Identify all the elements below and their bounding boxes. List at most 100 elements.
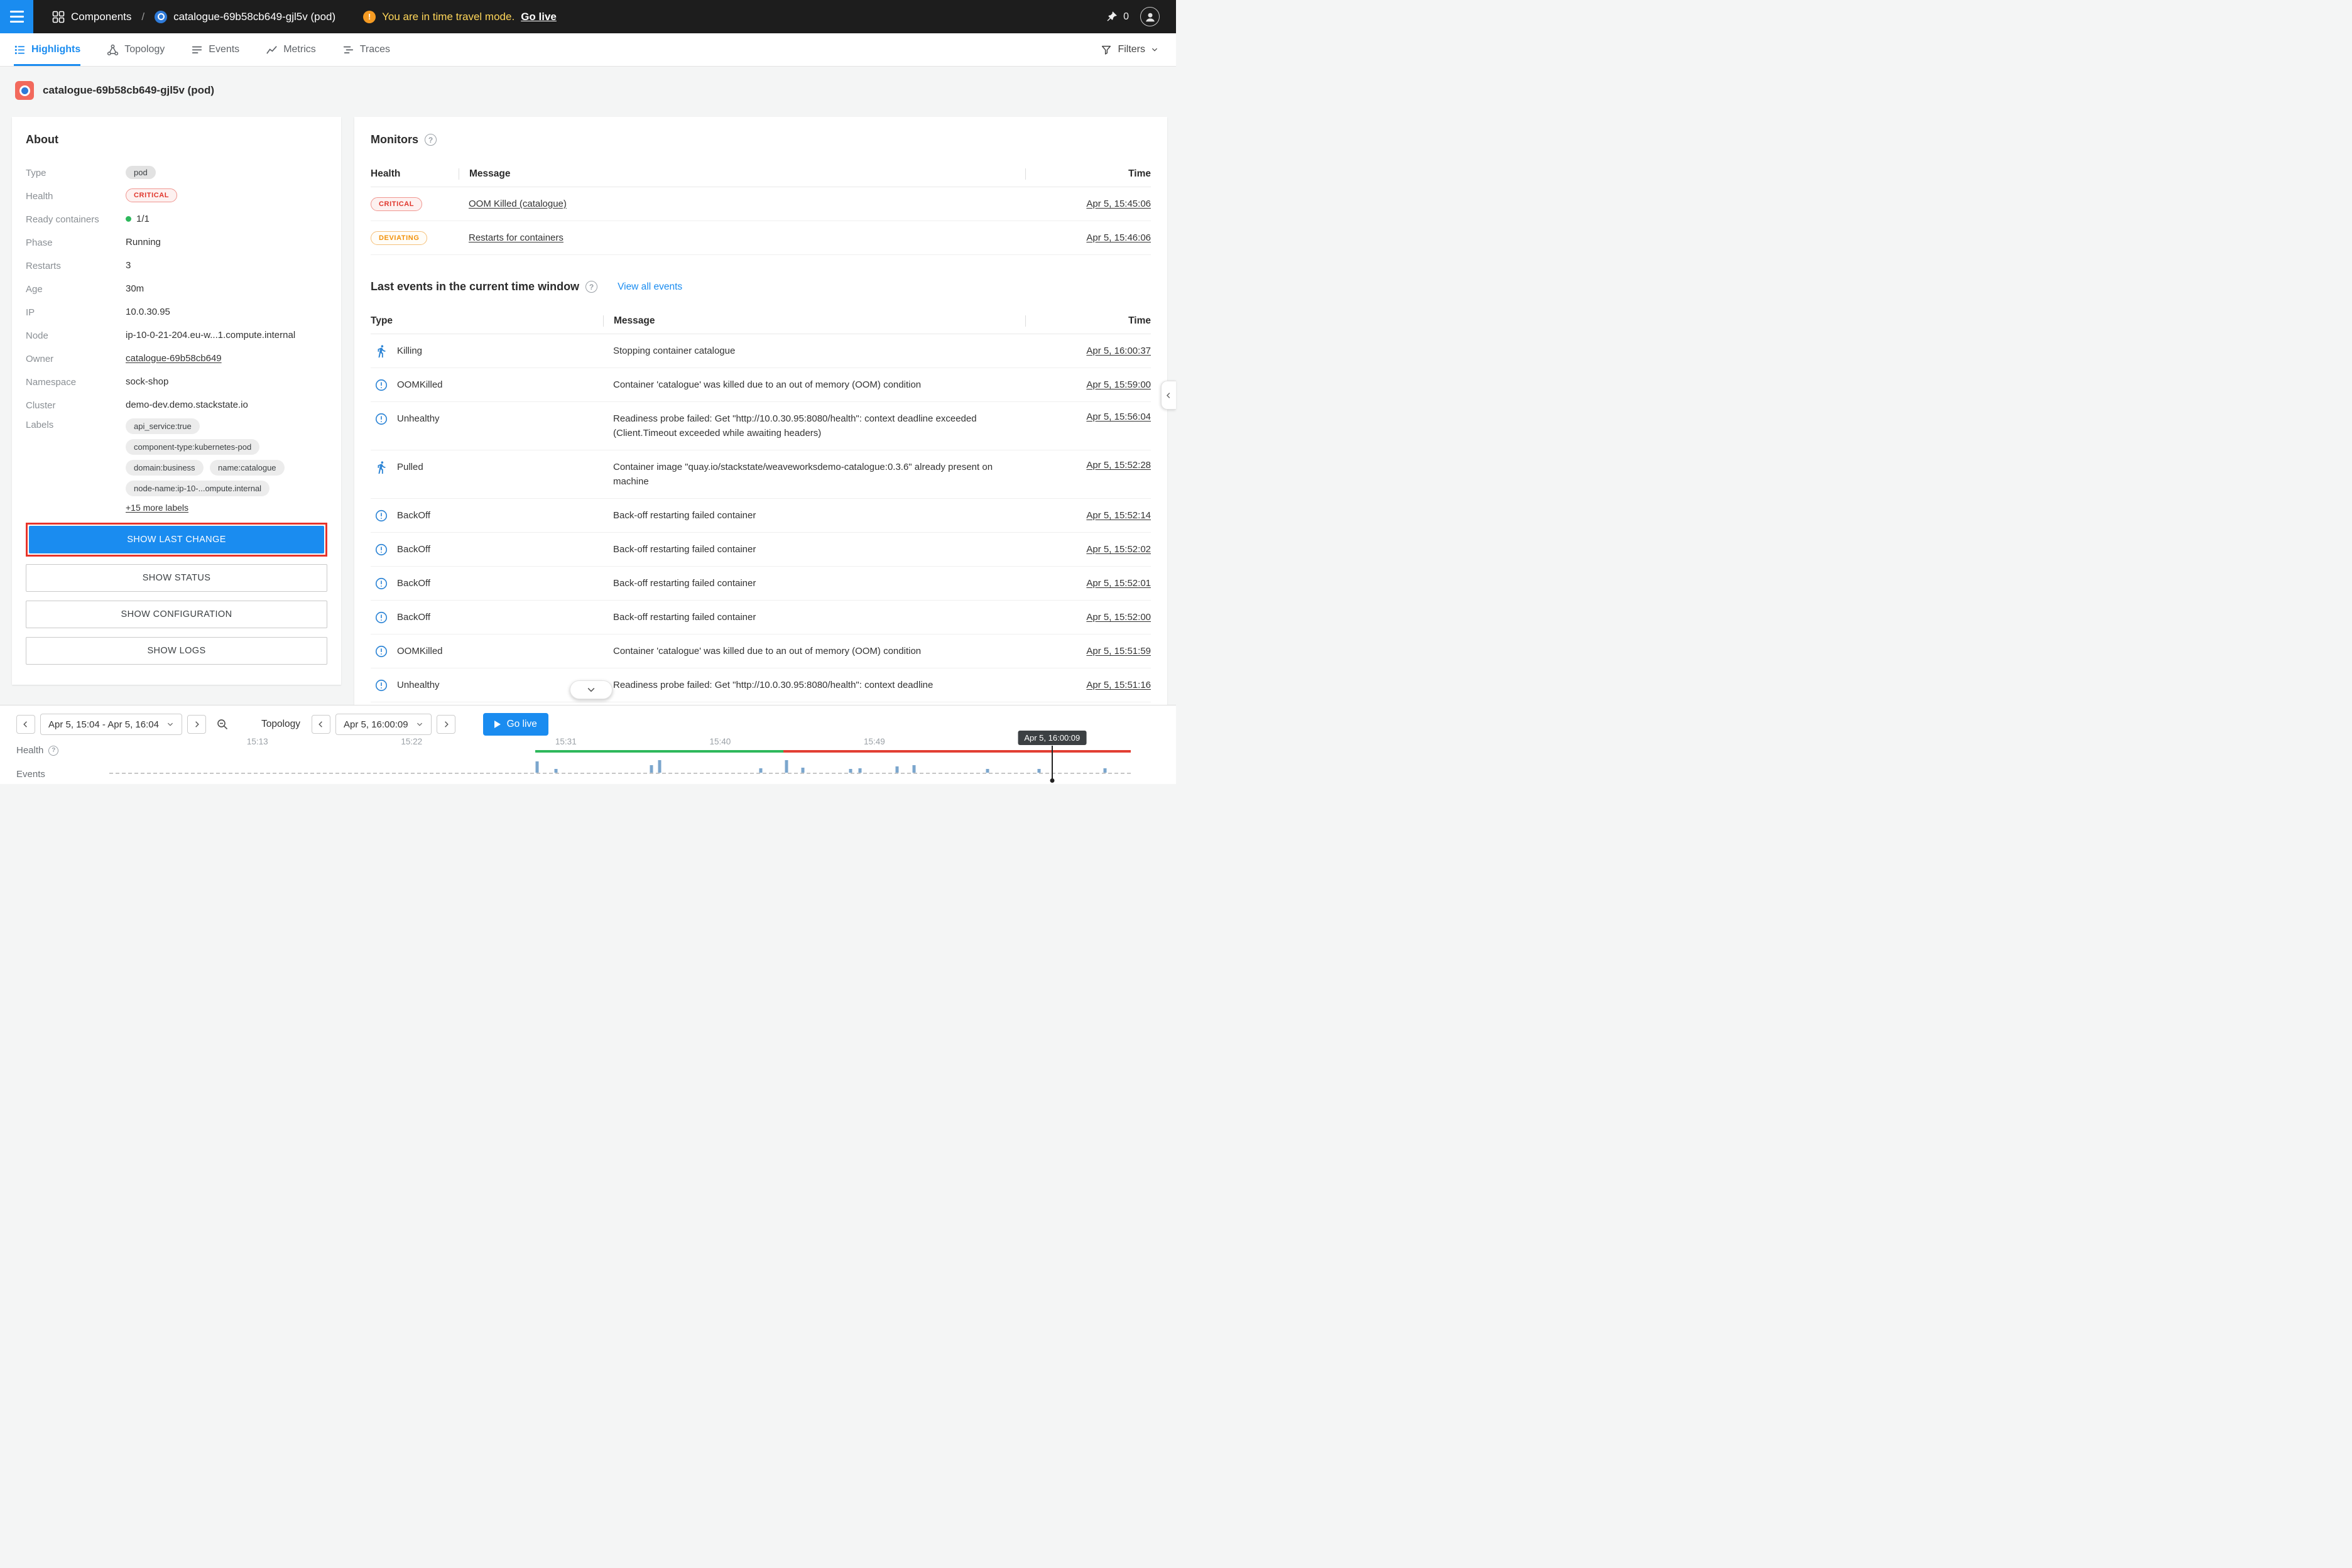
tab-traces[interactable]: Traces	[342, 33, 390, 66]
event-bar	[859, 768, 862, 773]
owner-link[interactable]: catalogue-69b58cb649	[126, 353, 222, 364]
warning-icon: !	[363, 11, 376, 23]
tab-events[interactable]: Events	[191, 33, 239, 66]
event-bar	[760, 768, 763, 773]
runner-icon	[374, 344, 388, 358]
about-row-type: Type pod	[26, 163, 327, 182]
alert-circle-icon	[374, 577, 388, 591]
event-bar	[1104, 768, 1107, 773]
runner-icon	[374, 460, 388, 474]
monitor-row: CRITICAL OOM Killed (catalogue) Apr 5, 1…	[371, 187, 1151, 221]
event-time-link[interactable]: Apr 5, 15:52:00	[1086, 612, 1151, 623]
monitors-section: Monitors ? Health Message Time CRITICAL …	[354, 117, 1167, 255]
alert-circle-icon	[374, 543, 388, 557]
components-grid-icon	[52, 11, 65, 23]
breadcrumb: Components / catalogue-69b58cb649-gjl5v …	[52, 11, 335, 23]
event-time-link[interactable]: Apr 5, 15:51:59	[1086, 646, 1151, 656]
alert-circle-icon	[374, 645, 388, 658]
more-labels-link[interactable]: +15 more labels	[126, 503, 320, 513]
event-row: BackOff Back-off restarting failed conta…	[371, 601, 1151, 634]
tab-label: Events	[209, 44, 239, 55]
about-row-owner: Owner catalogue-69b58cb649	[26, 349, 327, 368]
tab-label: Traces	[360, 44, 390, 55]
help-icon[interactable]: ?	[585, 281, 597, 293]
event-row: Pulled Container image "quay.io/stacksta…	[371, 450, 1151, 499]
event-time-link[interactable]: Apr 5, 15:52:28	[1086, 460, 1151, 471]
chevron-down-icon	[1151, 46, 1158, 53]
event-time-link[interactable]: Apr 5, 15:52:14	[1086, 510, 1151, 521]
show-logs-button[interactable]: SHOW LOGS	[26, 637, 327, 665]
monitor-link[interactable]: Restarts for containers	[469, 232, 564, 243]
event-time-link[interactable]: Apr 5, 15:59:00	[1086, 379, 1151, 390]
monitor-link[interactable]: OOM Killed (catalogue)	[469, 199, 567, 209]
event-time-link[interactable]: Apr 5, 15:56:04	[1086, 411, 1151, 422]
page-header: catalogue-69b58cb649-gjl5v (pod)	[15, 81, 214, 100]
events-row-label: Events	[16, 769, 45, 780]
event-time-link[interactable]: Apr 5, 15:52:02	[1086, 544, 1151, 555]
about-row-node: Node ip-10-0-21-204.eu-w...1.compute.int…	[26, 325, 327, 344]
breadcrumb-entity[interactable]: catalogue-69b58cb649-gjl5v (pod)	[155, 11, 335, 23]
pin-count: 0	[1123, 11, 1129, 23]
status-badge: DEVIATING	[371, 231, 427, 245]
topology-icon	[107, 44, 119, 56]
about-row-ready: Ready containers 1/1	[26, 209, 327, 228]
annotation-highlight-box: SHOW LAST CHANGE	[26, 523, 327, 557]
event-time-link[interactable]: Apr 5, 16:00:37	[1086, 346, 1151, 356]
metrics-icon	[266, 44, 278, 56]
filters-label: Filters	[1118, 44, 1145, 55]
tab-highlights[interactable]: Highlights	[14, 33, 80, 66]
event-bar	[658, 760, 662, 773]
show-last-change-button[interactable]: SHOW LAST CHANGE	[29, 526, 324, 553]
help-icon[interactable]: ?	[425, 134, 437, 146]
show-status-button[interactable]: SHOW STATUS	[26, 564, 327, 592]
scroll-down-button[interactable]	[570, 680, 612, 699]
pin-counter[interactable]: 0	[1106, 11, 1129, 23]
topbar-right: 0	[1106, 7, 1176, 26]
monitor-time-link[interactable]: Apr 5, 15:45:06	[1086, 199, 1151, 209]
tab-label: Metrics	[283, 44, 316, 55]
type-chip: pod	[126, 166, 156, 179]
hamburger-menu-button[interactable]	[0, 0, 33, 33]
top-bar: Components / catalogue-69b58cb649-gjl5v …	[0, 0, 1176, 33]
user-avatar-icon[interactable]	[1140, 7, 1160, 26]
cursor-tooltip: Apr 5, 16:00:09	[1018, 731, 1086, 745]
events-table-header: Type Message Time	[371, 308, 1151, 334]
tab-metrics[interactable]: Metrics	[266, 33, 316, 66]
range-prev-button[interactable]	[16, 715, 35, 734]
green-dot-icon	[126, 216, 131, 222]
event-time-link[interactable]: Apr 5, 15:51:16	[1086, 680, 1151, 690]
timeline-panel: Apr 5, 15:04 - Apr 5, 16:04 Topology Apr…	[0, 705, 1176, 784]
events-baseline	[109, 773, 1131, 774]
breadcrumb-separator: /	[141, 11, 144, 23]
timeline-plot[interactable]: 15:1315:2215:3115:4015:49 Apr 5, 16:00:0…	[109, 705, 1131, 785]
event-time-link[interactable]: Apr 5, 15:52:01	[1086, 578, 1151, 589]
label-chip: domain:business	[126, 460, 204, 476]
label-chip: node-name:ip-10-...ompute.internal	[126, 481, 270, 496]
details-panel: Monitors ? Health Message Time CRITICAL …	[354, 117, 1167, 705]
monitor-time-link[interactable]: Apr 5, 15:46:06	[1086, 232, 1151, 243]
tab-label: Topology	[124, 44, 165, 55]
show-configuration-button[interactable]: SHOW CONFIGURATION	[26, 601, 327, 628]
event-bar	[785, 760, 788, 773]
filters-button[interactable]: Filters	[1101, 33, 1158, 66]
event-bar	[895, 766, 898, 773]
collapse-panel-handle[interactable]	[1161, 381, 1176, 410]
events-section: Last events in the current time window ?…	[354, 255, 1167, 702]
breadcrumb-components[interactable]: Components	[52, 11, 131, 23]
monitors-title: Monitors	[371, 133, 418, 146]
about-row-labels: Labels api_service:true component-type:k…	[26, 418, 327, 513]
view-all-events-link[interactable]: View all events	[618, 281, 682, 293]
about-row-ip: IP 10.0.30.95	[26, 302, 327, 321]
breadcrumb-label: Components	[71, 11, 131, 23]
events-title: Last events in the current time window	[371, 280, 579, 293]
event-bar	[1037, 769, 1040, 773]
time-travel-banner: ! You are in time travel mode. Go live	[363, 11, 557, 23]
event-bar	[849, 769, 852, 773]
entity-name: catalogue-69b58cb649-gjl5v (pod)	[173, 11, 335, 23]
tab-topology[interactable]: Topology	[107, 33, 165, 66]
go-live-link[interactable]: Go live	[521, 11, 557, 23]
highlights-icon	[14, 44, 26, 56]
events-icon	[191, 44, 203, 56]
event-bar	[650, 765, 653, 773]
help-icon[interactable]: ?	[48, 746, 58, 756]
